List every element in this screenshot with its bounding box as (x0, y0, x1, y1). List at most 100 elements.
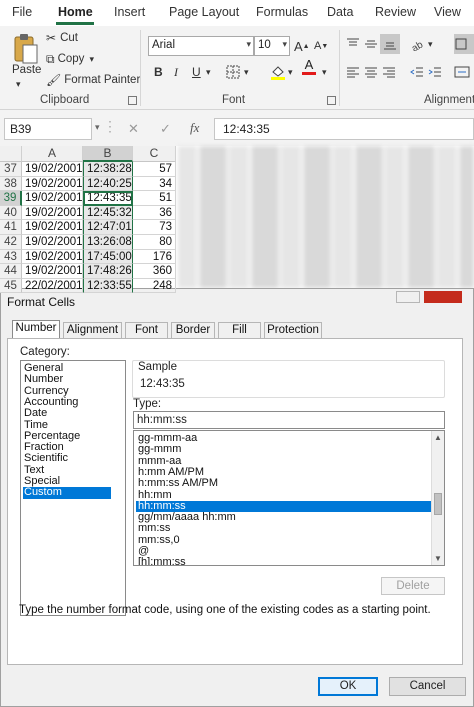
select-all-corner[interactable] (0, 146, 22, 162)
name-box-dropdown-icon[interactable]: ▾ (95, 122, 100, 133)
font-color-button[interactable]: A (302, 58, 316, 80)
bold-button[interactable]: B (154, 62, 163, 82)
tab-border[interactable]: Border (171, 322, 215, 339)
close-icon[interactable] (424, 291, 462, 303)
copy-dropdown-icon[interactable]: ▾ (89, 54, 94, 65)
formula-input[interactable]: 12:43:35 (214, 118, 474, 140)
column-header-a[interactable]: A (22, 146, 83, 162)
orientation-icon[interactable]: ab (410, 34, 426, 54)
wrap-text-icon[interactable] (454, 34, 474, 54)
borders-icon[interactable] (226, 62, 240, 82)
cell-time[interactable]: 12:45:32 (83, 205, 133, 221)
tab-home[interactable]: Home (58, 5, 93, 19)
underline-dropdown-icon[interactable]: ▾ (206, 62, 211, 82)
formula-bar-splitter[interactable]: ⋮ (103, 118, 117, 135)
cell-value[interactable]: 176 (133, 249, 176, 265)
clipboard-launcher-icon[interactable] (128, 96, 137, 105)
row-header[interactable]: 39 (0, 191, 22, 206)
category-item[interactable]: Date (23, 408, 111, 419)
paste-dropdown-icon[interactable]: ▾ (16, 74, 21, 94)
copy-button[interactable]: ⧉ Copy ▾ (46, 49, 94, 69)
cell-value[interactable]: 51 (133, 191, 176, 206)
orientation-dropdown-icon[interactable]: ▾ (428, 34, 433, 54)
row-header[interactable]: 38 (0, 176, 22, 192)
cell-value[interactable]: 34 (133, 176, 176, 192)
category-item[interactable]: Custom (23, 487, 111, 499)
font-size-combo[interactable]: 10 ▾ (254, 36, 290, 56)
tab-number[interactable]: Number (12, 320, 60, 338)
row-header[interactable]: 41 (0, 220, 22, 235)
cancel-button[interactable]: Cancel (389, 677, 466, 696)
cell-value[interactable]: 360 (133, 264, 176, 279)
cell-time[interactable]: 12:38:28 (83, 162, 133, 177)
cell-time[interactable]: 17:45:00 (83, 249, 133, 265)
type-list-item[interactable]: gg/mm/aaaa hh:mm (136, 511, 431, 523)
cell-date[interactable]: 19/02/2001 (22, 249, 83, 265)
fill-color-dropdown-icon[interactable]: ▾ (288, 62, 293, 82)
tab-file[interactable]: File (12, 5, 32, 19)
column-header-b[interactable]: B (83, 146, 133, 162)
row-header[interactable]: 40 (0, 205, 22, 221)
align-center-icon[interactable] (364, 62, 378, 82)
type-list[interactable]: gg-mmm-aa gg-mmm mmm-aa h:mm AM/PM h:mm:ss A… (133, 430, 445, 566)
enter-formula-icon[interactable]: ✓ (160, 121, 171, 137)
scroll-down-icon[interactable]: ▼ (432, 552, 444, 565)
category-list[interactable]: General Number Currency Accounting Date Time P… (20, 360, 126, 616)
tab-review[interactable]: Review (375, 5, 416, 19)
cell-time[interactable]: 12:33:55 (83, 278, 133, 294)
increase-indent-icon[interactable] (428, 62, 442, 82)
row-header[interactable]: 45 (0, 278, 22, 294)
cell-time[interactable]: 12:43:35 (83, 191, 133, 206)
grow-font-icon[interactable]: A ▲ (294, 36, 310, 56)
cell-time[interactable]: 13:26:08 (83, 235, 133, 250)
tab-view[interactable]: View (434, 5, 461, 19)
font-color-dropdown-icon[interactable]: ▾ (322, 62, 327, 82)
tab-alignment[interactable]: Alignment (63, 322, 122, 339)
row-header[interactable]: 43 (0, 249, 22, 265)
help-icon[interactable] (396, 291, 420, 303)
cell-value[interactable]: 57 (133, 162, 176, 177)
tab-fill[interactable]: Fill (218, 322, 261, 339)
scroll-thumb[interactable] (434, 493, 442, 515)
cancel-formula-icon[interactable]: ✕ (128, 121, 139, 137)
align-bottom-icon[interactable] (380, 34, 400, 54)
tab-formulas[interactable]: Formulas (256, 5, 308, 19)
tab-data[interactable]: Data (327, 5, 353, 19)
fill-color-icon[interactable] (270, 62, 286, 82)
tab-insert[interactable]: Insert (114, 5, 145, 19)
format-painter-button[interactable]: 🖌 Format Painter (46, 70, 140, 90)
type-list-item[interactable]: [h]:mm:ss (136, 557, 431, 565)
cell-time[interactable]: 17:48:26 (83, 264, 133, 279)
cell-date[interactable]: 19/02/2001 (22, 264, 83, 279)
cell-date[interactable]: 19/02/2001 (22, 220, 83, 235)
ok-button[interactable]: OK (318, 677, 378, 696)
cell-time[interactable]: 12:40:25 (83, 176, 133, 192)
row-header[interactable]: 42 (0, 235, 22, 250)
category-item[interactable]: Number (23, 374, 111, 385)
cell-value[interactable]: 248 (133, 278, 176, 294)
type-input[interactable]: hh:mm:ss (133, 411, 445, 429)
cell-date[interactable]: 19/02/2001 (22, 176, 83, 192)
cell-date[interactable]: 19/02/2001 (22, 191, 83, 206)
merge-center-icon[interactable] (454, 62, 470, 82)
cell-value[interactable]: 73 (133, 220, 176, 235)
cell-value[interactable]: 80 (133, 235, 176, 250)
decrease-indent-icon[interactable] (410, 62, 424, 82)
font-launcher-icon[interactable] (327, 96, 336, 105)
tab-page-layout[interactable]: Page Layout (169, 5, 239, 19)
column-header-c[interactable]: C (133, 146, 176, 162)
align-top-icon[interactable] (346, 34, 360, 54)
row-header[interactable]: 44 (0, 264, 22, 279)
align-middle-icon[interactable] (364, 34, 378, 54)
name-box[interactable]: B39 (4, 118, 92, 140)
insert-function-icon[interactable]: fx (190, 120, 199, 136)
cell-date[interactable]: 22/02/2001 (22, 278, 83, 294)
type-list-item[interactable]: mm:ss (136, 523, 431, 534)
type-list-item[interactable]: h:mm:ss AM/PM (136, 478, 431, 489)
cut-button[interactable]: ✂ Cut (46, 28, 78, 48)
delete-button[interactable]: Delete (381, 577, 445, 595)
font-name-combo[interactable]: Arial ▾ (148, 36, 254, 56)
category-item[interactable]: Scientific (23, 453, 111, 464)
align-left-icon[interactable] (346, 62, 360, 82)
shrink-font-icon[interactable]: A ▼ (314, 36, 328, 56)
